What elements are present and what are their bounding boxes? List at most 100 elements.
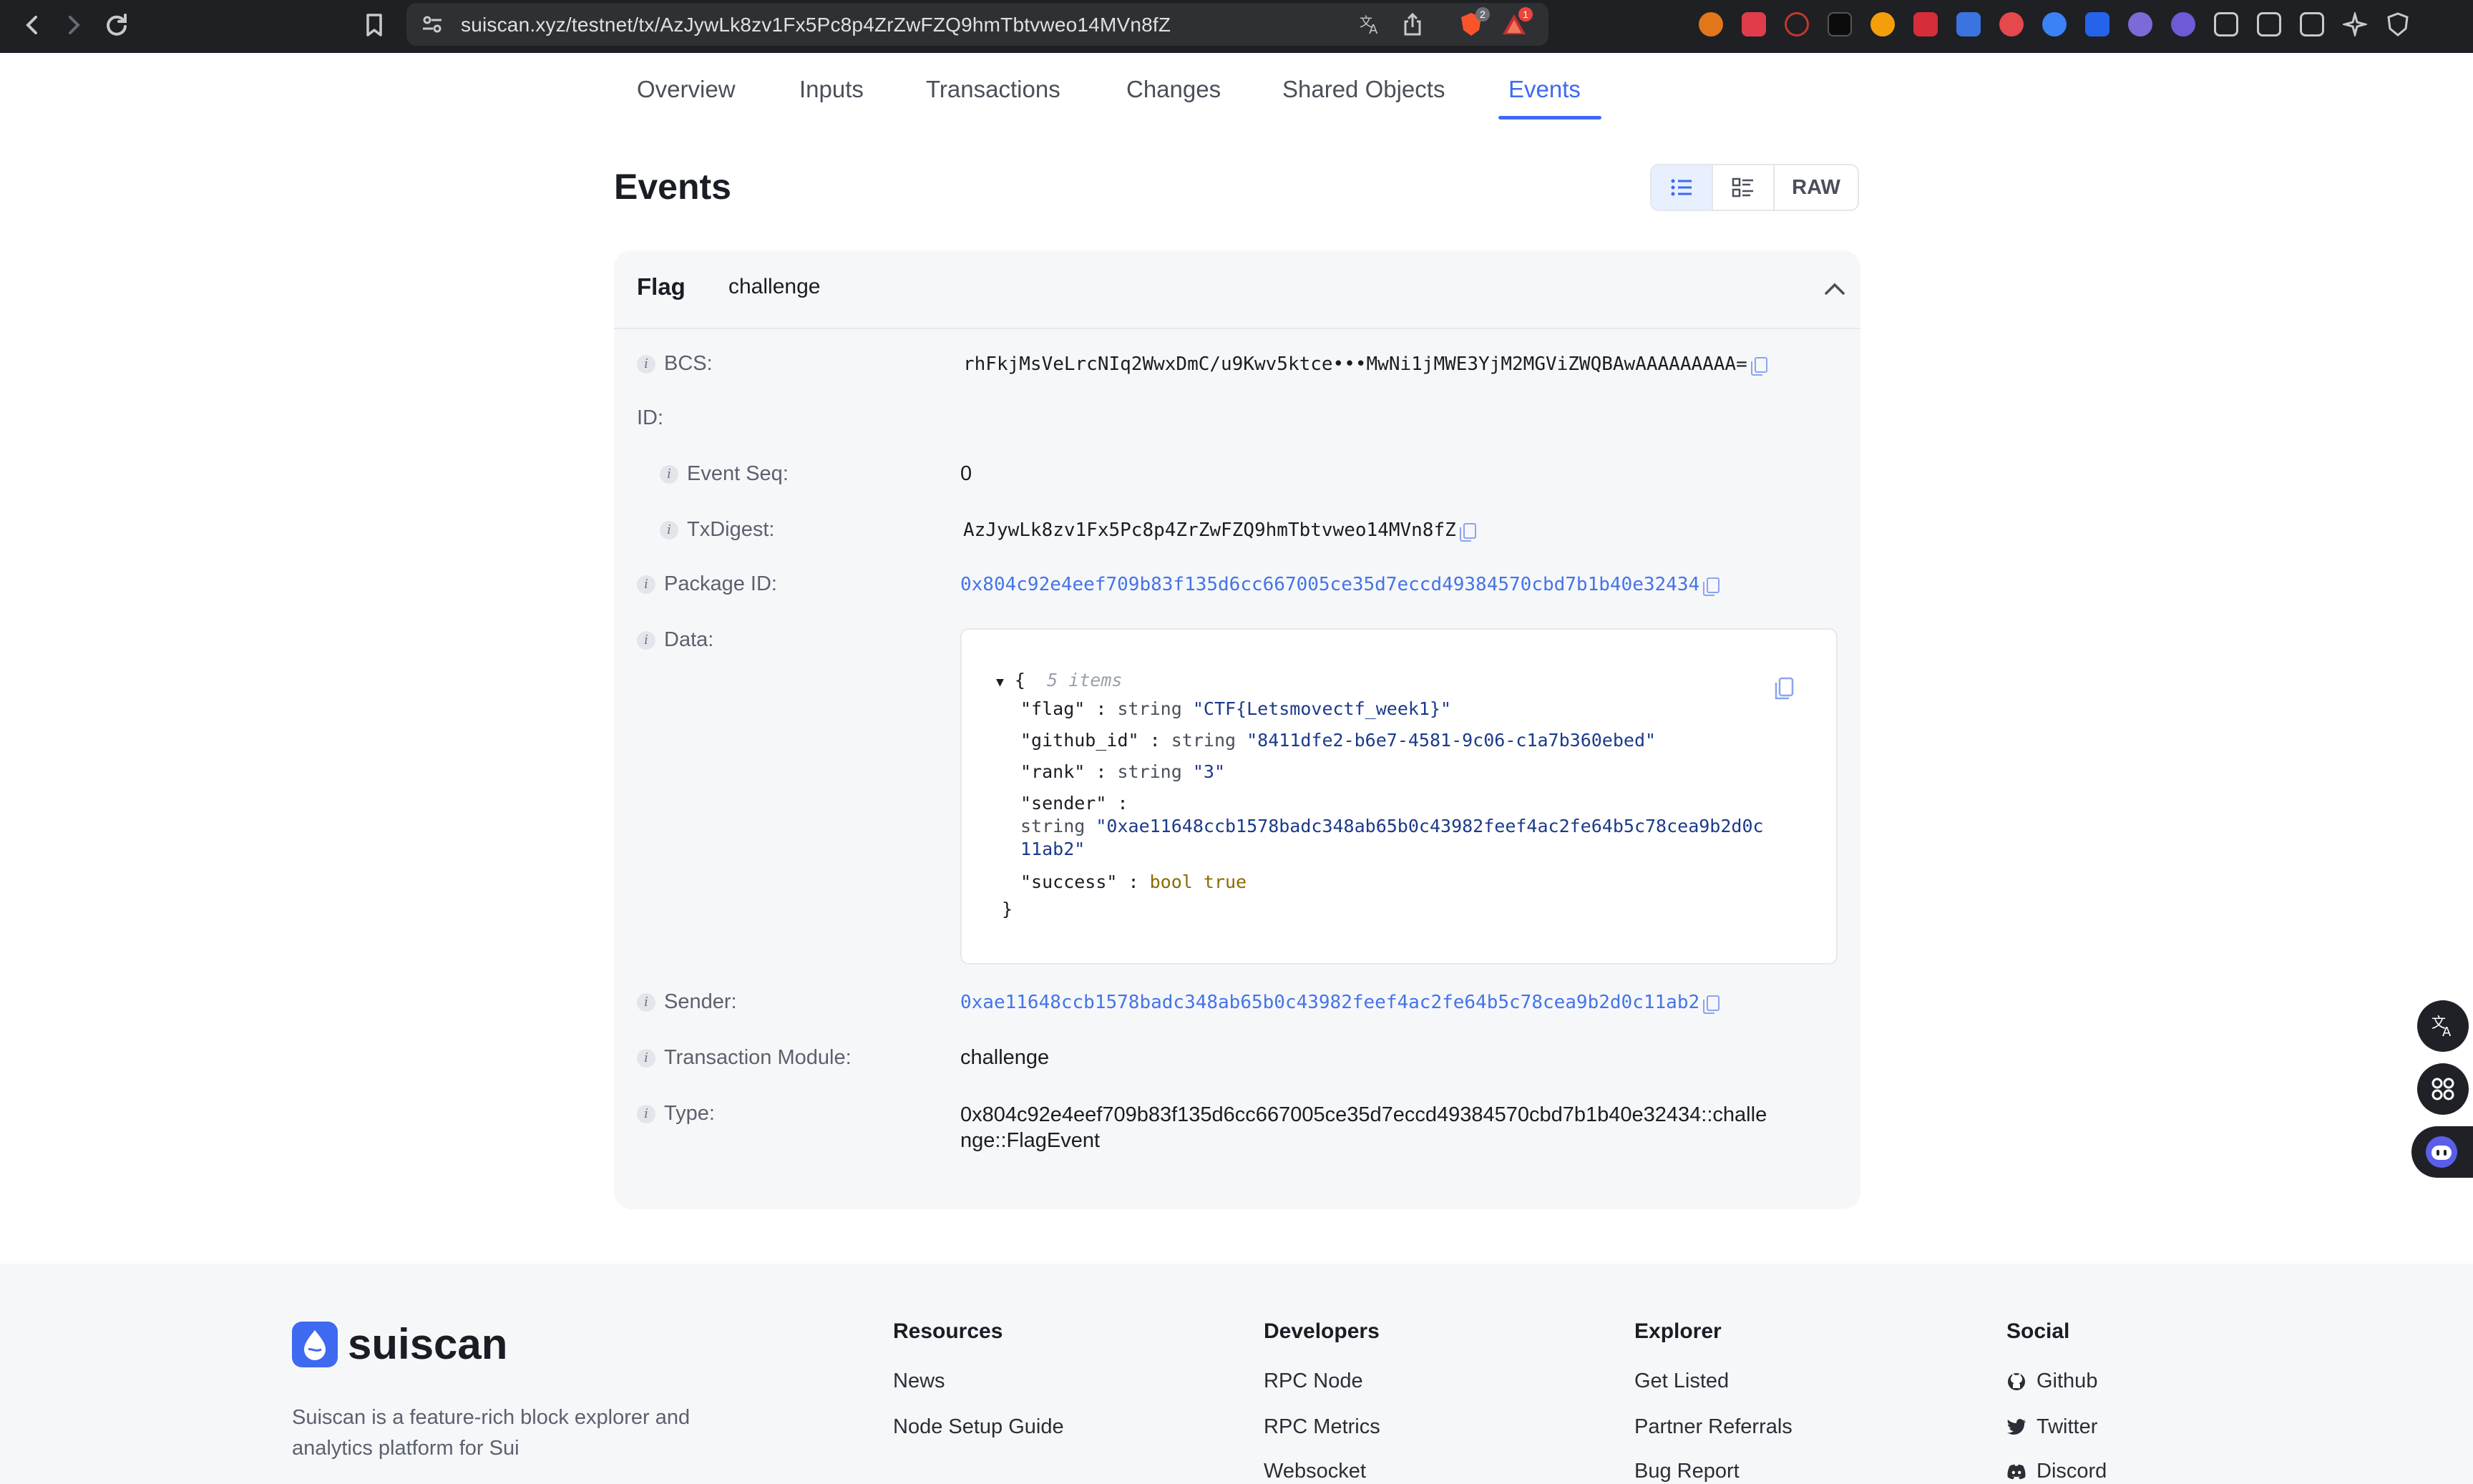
json-row-flag: "flag" : string "CTF{Letsmovectf_week1}" (1020, 698, 1452, 719)
blue-extension-icon[interactable] (2042, 12, 2067, 36)
info-icon[interactable]: i (660, 520, 678, 540)
copy-icon[interactable] (1459, 522, 1476, 542)
lock-extension-icon[interactable] (1913, 12, 1938, 36)
s-extension-icon[interactable] (1828, 12, 1852, 36)
forward-arrow-icon (69, 16, 80, 34)
footer-link-news[interactable]: News (893, 1370, 945, 1393)
discord-icon (2006, 1462, 2026, 1482)
brand-name: suiscan (348, 1320, 508, 1368)
type-label: i Type: (637, 1102, 715, 1126)
json-row-success: "success" : bool true (1020, 872, 1247, 892)
tab-shared-objects[interactable]: Shared Objects (1282, 76, 1445, 103)
brave-wallet-icon[interactable] (2300, 12, 2324, 36)
json-collapse-toggle[interactable]: ▼ { 5 items (996, 670, 1122, 690)
footer-resources-heading: Resources (893, 1319, 1003, 1343)
event-card-header[interactable]: Flag challenge (614, 250, 1860, 329)
tab-transactions[interactable]: Transactions (926, 76, 1060, 103)
footer-link-twitter[interactable]: Twitter (2006, 1415, 2097, 1439)
tab-changes[interactable]: Changes (1126, 76, 1221, 103)
json-row-rank: "rank" : string "3" (1020, 761, 1225, 782)
back-button[interactable] (14, 7, 50, 43)
sidebar-toggle-icon[interactable] (2257, 12, 2281, 36)
info-icon[interactable]: i (637, 1104, 655, 1123)
square-extension-icon[interactable] (2085, 12, 2109, 36)
apps-fab[interactable] (2417, 1063, 2469, 1115)
grid-icon (2431, 1078, 2454, 1100)
bookmark-button[interactable] (356, 7, 392, 43)
footer-link-github[interactable]: Github (2006, 1370, 2097, 1393)
suiscan-logo-icon (292, 1321, 338, 1367)
forward-button[interactable] (56, 7, 92, 43)
google-translate-extension-icon[interactable] (1956, 12, 1981, 36)
info-icon[interactable]: i (637, 354, 655, 374)
tab-inputs[interactable]: Inputs (799, 76, 864, 103)
bookmark-icon (366, 14, 382, 36)
tx-tabs: Overview Inputs Transactions Changes Sha… (0, 53, 2473, 122)
copy-icon[interactable] (1703, 577, 1720, 596)
footer-link-bug-report[interactable]: Bug Report (1634, 1460, 1740, 1483)
json-row-sender: "sender" : (1020, 793, 1128, 814)
tx-module-label: i Transaction Module: (637, 1046, 852, 1070)
suiscan-logo[interactable]: suiscan (292, 1319, 507, 1369)
event-seq-value: 0 (960, 462, 972, 485)
active-tab-indicator (1498, 116, 1601, 119)
detail-view-button[interactable] (1713, 165, 1775, 210)
package-id-link[interactable]: 0x804c92e4eef709b83f135d6cc667005ce35d7e… (960, 574, 1720, 596)
event-data-json-viewer: ▼ { 5 items "flag" : string "CTF{Letsmov… (960, 628, 1838, 965)
brave-rewards-icon[interactable]: 1 (1501, 7, 1533, 37)
site-settings-icon[interactable] (419, 11, 445, 37)
address-bar[interactable]: suiscan.xyz/testnet/tx/AzJywLk8zv1Fx5Pc8… (406, 3, 1548, 46)
info-icon[interactable]: i (637, 992, 655, 1012)
url-text: suiscan.xyz/testnet/tx/AzJywLk8zv1Fx5Pc8… (461, 14, 1171, 36)
cloud-extension-icon[interactable] (1999, 12, 2024, 36)
footer-social-heading: Social (2006, 1319, 2070, 1343)
assistant-fab[interactable] (2411, 1126, 2473, 1178)
svg-text:A: A (1369, 22, 1378, 35)
info-icon[interactable]: i (637, 575, 655, 594)
tab-overview[interactable]: Overview (637, 76, 736, 103)
list-view-button[interactable] (1652, 165, 1713, 210)
footer-link-rpc-metrics[interactable]: RPC Metrics (1264, 1415, 1380, 1439)
copy-icon[interactable] (1773, 677, 1795, 701)
sender-link[interactable]: 0xae11648ccb1578badc348ab65b0c43982feef4… (960, 992, 1720, 1014)
footer-link-websocket[interactable]: Websocket (1264, 1460, 1366, 1483)
footer-link-partner-referrals[interactable]: Partner Referrals (1634, 1415, 1792, 1439)
json-row-github-id: "github_id" : string "8411dfe2-b6e7-4581… (1020, 730, 1657, 751)
p-extension-icon[interactable] (1870, 12, 1895, 36)
tab-events[interactable]: Events (1508, 76, 1581, 103)
footer-link-rpc-node[interactable]: RPC Node (1264, 1370, 1363, 1393)
json-row-sender-value-cont: 11ab2" (1020, 839, 1086, 859)
info-icon[interactable]: i (660, 464, 678, 484)
package-id-label: i Package ID: (637, 572, 777, 596)
page-title: Events (614, 167, 731, 207)
detail-view-icon (1732, 177, 1753, 197)
copy-icon[interactable] (1703, 995, 1720, 1014)
info-icon[interactable]: i (637, 1048, 655, 1068)
raw-view-button[interactable]: RAW (1775, 165, 1858, 210)
brave-shields-icon[interactable]: 2 (1458, 7, 1490, 37)
footer-link-get-listed[interactable]: Get Listed (1634, 1370, 1729, 1393)
ublock-extension-icon[interactable] (1785, 12, 1809, 36)
wallet-extension-icon[interactable] (2171, 12, 2195, 36)
browser-menu-icon[interactable] (2431, 10, 2456, 34)
translate-icon[interactable]: 文A (1357, 11, 1382, 37)
extensions-puzzle-icon[interactable] (2214, 12, 2238, 36)
reload-button[interactable] (99, 7, 135, 43)
translate-fab[interactable]: 文A (2417, 1000, 2469, 1052)
purple-extension-icon[interactable] (2128, 12, 2152, 36)
alert-badge: 1 (1518, 7, 1533, 21)
share-icon[interactable] (1400, 11, 1425, 37)
footer-link-discord[interactable]: Discord (2006, 1460, 2107, 1483)
copy-icon[interactable] (1750, 356, 1767, 376)
metamask-extension-icon[interactable] (1699, 12, 1723, 36)
chevron-up-icon[interactable] (1820, 275, 1849, 303)
event-module: challenge (728, 275, 821, 298)
vpn-shield-icon[interactable] (2386, 12, 2410, 36)
bcs-value: rhFkjMsVeLrcNIq2WwxDmC/u9Kwv5ktce•••MwNi… (963, 353, 1767, 376)
pocket-extension-icon[interactable] (1742, 12, 1766, 36)
bcs-label: i BCS: (637, 352, 713, 376)
leo-ai-icon[interactable] (2341, 10, 2369, 39)
footer-link-node-setup-guide[interactable]: Node Setup Guide (893, 1415, 1064, 1439)
sender-label: i Sender: (637, 990, 737, 1014)
info-icon[interactable]: i (637, 630, 655, 650)
